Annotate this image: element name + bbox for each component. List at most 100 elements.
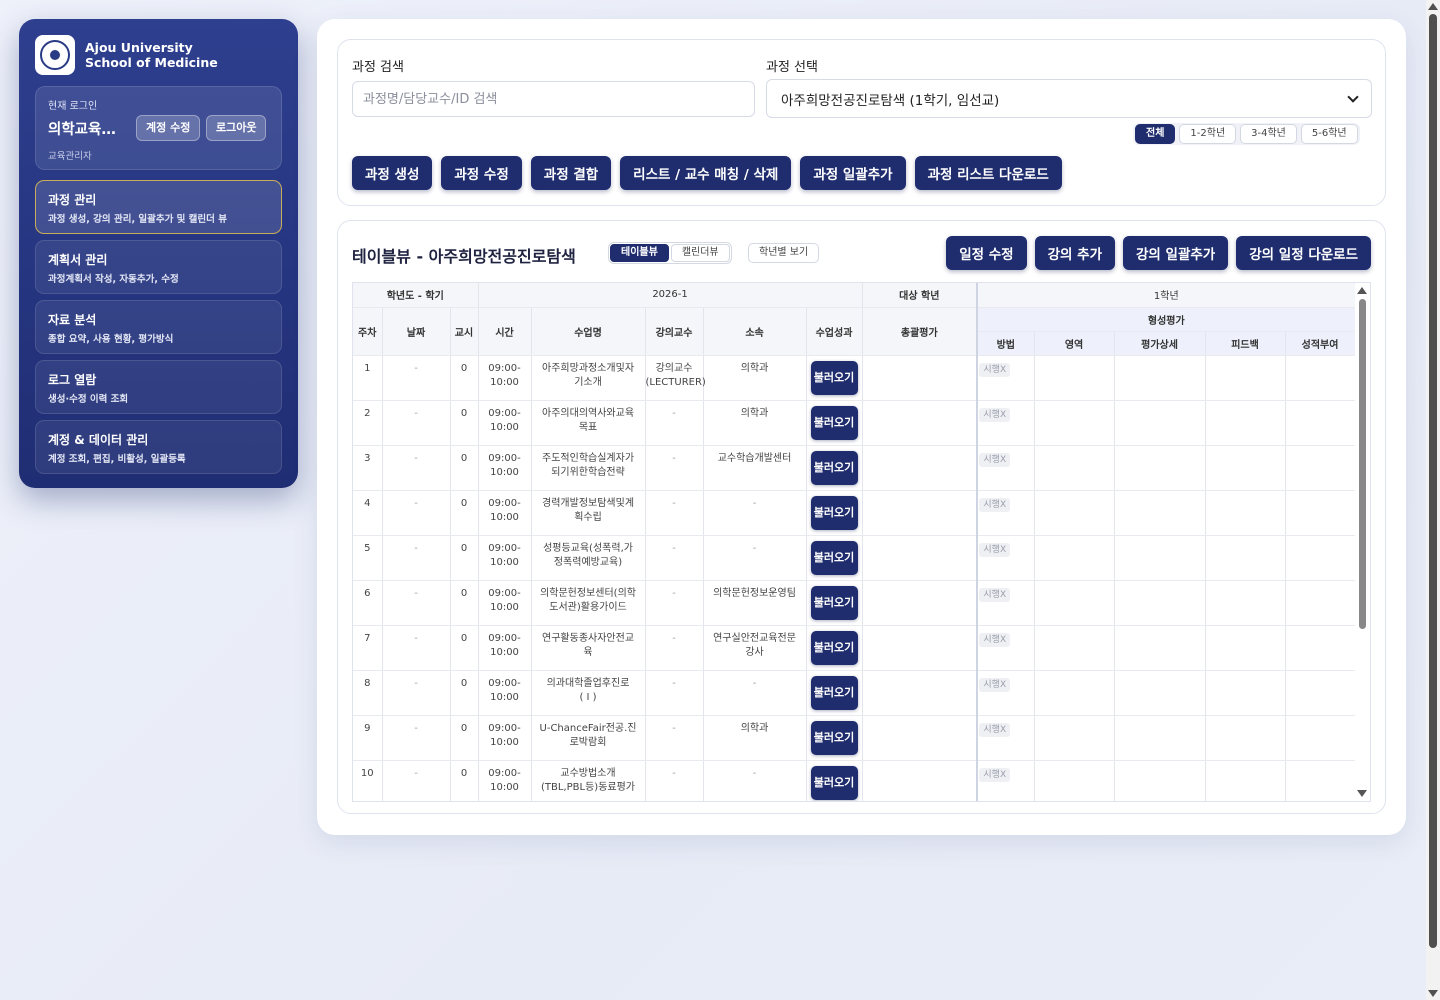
account-edit-button[interactable]: 계정 수정	[136, 115, 201, 141]
scroll-down-icon[interactable]	[1357, 790, 1367, 797]
load-outcome-button[interactable]: 불러오기	[810, 495, 858, 530]
bulk-add-lecture-button[interactable]: 강의 일괄추가	[1123, 236, 1229, 270]
time-end: 10:00	[490, 646, 519, 658]
course-action-row: 과정 생성 과정 수정 과정 결합 리스트 / 교수 매칭 / 삭제 과정 일괄…	[352, 156, 1062, 190]
list-professor-matching-button[interactable]: 리스트 / 교수 매칭 / 삭제	[620, 156, 792, 190]
download-course-list-button[interactable]: 과정 리스트 다운로드	[914, 156, 1062, 190]
add-lecture-button[interactable]: 강의 추가	[1034, 236, 1115, 270]
table-view-panel: 테이블뷰 - 아주희망전공진로탐색 테이블뷰 캘린더뷰 학년별 보기 일정 수정…	[337, 220, 1386, 814]
table-row: 6-0 09:00- 10:00 의학문헌정보센터(의학 도서관)활용가이드 - 의학문헌정…	[353, 580, 1356, 626]
logout-button[interactable]: 로그아웃	[206, 115, 267, 141]
brand: Ajou University School of Medicine	[35, 35, 282, 75]
cell-eval-detail	[1114, 535, 1206, 581]
cell-date: -	[382, 670, 451, 716]
cell-eval-detail	[1114, 580, 1206, 626]
cell-professor: -	[645, 490, 704, 536]
cell-domain	[1034, 715, 1115, 761]
time-start: 09:00-	[488, 362, 521, 374]
load-outcome-button[interactable]: 불러오기	[810, 360, 858, 395]
page-scrollbar[interactable]	[1426, 0, 1440, 1000]
sidebar-item-subtitle: 과정 생성, 강의 관리, 일괄추가 및 캘린더 뷰	[48, 214, 227, 225]
cell-summative	[862, 400, 978, 446]
page-scroll-down-icon[interactable]	[1428, 990, 1438, 997]
grade-filter-1-2[interactable]: 1-2학년	[1179, 124, 1237, 144]
group-header-term-value: 2026-1	[478, 283, 863, 308]
table-row: 8-0 09:00- 10:00 의과대학졸업후진로( I ) - - 불러오기 시행X	[353, 670, 1356, 716]
professor-line1: -	[672, 452, 676, 464]
professor-line1: -	[672, 632, 676, 644]
main-card: 과정 검색 과정 선택 아주희망전공진로탐색 (1학기, 임선교) 전체 1-2…	[317, 19, 1406, 835]
lecture-name-line2: ( I )	[579, 691, 597, 703]
cell-grading	[1285, 400, 1356, 446]
brand-line1: Ajou University	[85, 40, 193, 55]
col-header: 평가상세	[1114, 331, 1206, 356]
sidebar: Ajou University School of Medicine 현재 로그…	[19, 19, 298, 488]
lecture-name-line2: 획수립	[574, 511, 602, 523]
year-view-button[interactable]: 학년별 보기	[748, 243, 820, 263]
cell-professor: -	[645, 535, 704, 581]
load-outcome-button[interactable]: 불러오기	[810, 720, 858, 755]
cell-outcome: 불러오기	[806, 670, 863, 716]
cell-feedback	[1205, 535, 1286, 581]
col-header: 피드백	[1205, 331, 1286, 356]
brand-line2: School of Medicine	[85, 55, 218, 70]
cell-domain	[1034, 760, 1115, 801]
table-row: 9-0 09:00- 10:00 U-ChanceFair전공.진 로박람회 - 의학과 불러…	[353, 715, 1356, 761]
course-select[interactable]: 아주희망전공진로탐색 (1학기, 임선교)	[766, 79, 1372, 118]
sidebar-item-account-data[interactable]: 계정 & 데이터 관리 계정 조회, 편집, 비활성, 일괄등록	[35, 420, 282, 474]
professor-line1: -	[672, 542, 676, 554]
department-line1: 의학과	[740, 407, 769, 419]
table-scroll-thumb[interactable]	[1359, 299, 1366, 629]
scroll-up-icon[interactable]	[1357, 287, 1367, 294]
cell-feedback	[1205, 670, 1286, 716]
table-scrollbar[interactable]	[1355, 283, 1370, 801]
page-scroll-up-icon[interactable]	[1428, 3, 1438, 10]
time-start: 09:00-	[488, 632, 521, 644]
tab-calendar-view[interactable]: 캘린더뷰	[670, 244, 730, 262]
grade-filter-all[interactable]: 전체	[1135, 124, 1176, 144]
not-conducted-badge: 시행X	[979, 632, 1011, 647]
cell-method: 시행X	[976, 490, 1035, 536]
grade-filter-5-6[interactable]: 5-6학년	[1300, 124, 1358, 144]
edit-schedule-button[interactable]: 일정 수정	[946, 236, 1027, 270]
not-conducted-badge: 시행X	[979, 362, 1011, 377]
table-row: 3-0 09:00- 10:00 주도적인학습실계자가 되기위한학습전략 - 교수학습개발센…	[353, 445, 1356, 491]
cell-eval-detail	[1114, 400, 1206, 446]
download-lecture-schedule-button[interactable]: 강의 일정 다운로드	[1236, 236, 1371, 270]
load-outcome-button[interactable]: 불러오기	[810, 675, 858, 710]
time-end: 10:00	[490, 691, 519, 703]
load-outcome-button[interactable]: 불러오기	[810, 405, 858, 440]
cell-period: 0	[450, 715, 479, 761]
course-search-input[interactable]	[352, 81, 755, 117]
merge-course-button[interactable]: 과정 결합	[530, 156, 612, 190]
load-outcome-button[interactable]: 불러오기	[810, 540, 858, 575]
grade-filter-3-4[interactable]: 3-4학년	[1240, 124, 1297, 144]
page-scroll-thumb[interactable]	[1429, 14, 1437, 948]
sidebar-item-title: 로그 열람	[48, 373, 97, 387]
cell-week: 4	[353, 490, 383, 536]
not-conducted-badge: 시행X	[979, 722, 1011, 737]
cell-lecture-name: 경력개발정보탐색및계 획수립	[531, 490, 646, 536]
sidebar-item-plan-management[interactable]: 계획서 관리 과정계획서 작성, 자동추가, 수정	[35, 240, 282, 294]
cell-domain	[1034, 355, 1115, 401]
cell-eval-detail	[1114, 715, 1206, 761]
tab-table-view[interactable]: 테이블뷰	[610, 244, 669, 262]
bulk-add-course-button[interactable]: 과정 일괄추가	[800, 156, 906, 190]
cell-domain	[1034, 580, 1115, 626]
col-header: 수업성과	[806, 307, 863, 356]
cell-lecture-name: 교수방법소개 (TBL,PBL등)동료평가	[531, 760, 646, 801]
cell-department: -	[703, 670, 807, 716]
cell-outcome: 불러오기	[806, 355, 863, 401]
sidebar-item-log-view[interactable]: 로그 열람 생성·수정 이력 조회	[35, 360, 282, 414]
load-outcome-button[interactable]: 불러오기	[810, 765, 858, 800]
cell-eval-detail	[1114, 490, 1206, 536]
sidebar-item-data-analysis[interactable]: 자료 분석 종합 요약, 사용 현황, 평가방식	[35, 300, 282, 354]
cell-domain	[1034, 625, 1115, 671]
edit-course-button[interactable]: 과정 수정	[441, 156, 522, 190]
load-outcome-button[interactable]: 불러오기	[810, 450, 858, 485]
create-course-button[interactable]: 과정 생성	[352, 156, 433, 190]
lecture-name-line1: 아주희망과정소개및자	[542, 362, 635, 374]
load-outcome-button[interactable]: 불러오기	[810, 585, 858, 620]
sidebar-item-course-management[interactable]: 과정 관리 과정 생성, 강의 관리, 일괄추가 및 캘린더 뷰	[35, 180, 282, 234]
load-outcome-button[interactable]: 불러오기	[810, 630, 858, 665]
